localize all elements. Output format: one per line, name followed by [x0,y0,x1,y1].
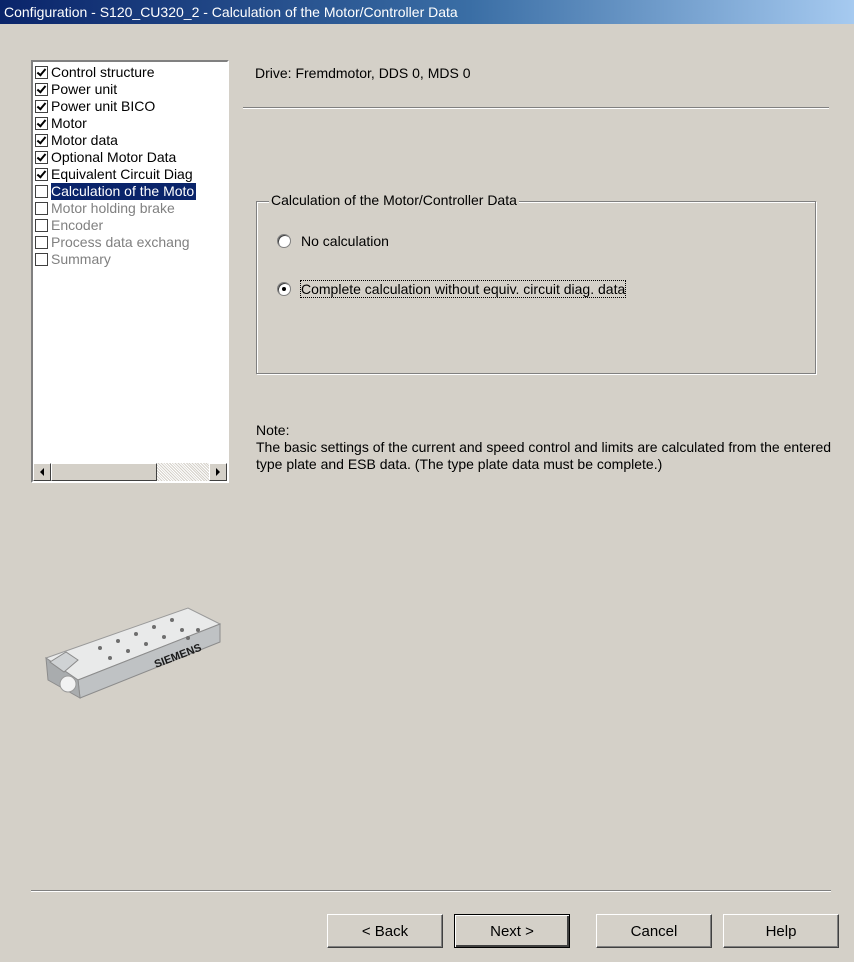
checkbox-checked-icon [35,117,48,130]
scroll-right-button[interactable] [209,463,227,481]
checkbox-checked-icon [35,100,48,113]
footer-divider [31,890,831,892]
device-image: SIEMENS [38,600,228,713]
tree-item[interactable]: Control structure [35,64,227,81]
cancel-button[interactable]: Cancel [596,914,712,948]
checkbox-checked-icon [35,151,48,164]
tree-item-label: Optional Motor Data [51,149,177,165]
tree-item-label: Summary [51,251,111,267]
checkbox-empty-icon [35,202,48,215]
radio-button-icon[interactable] [277,282,291,296]
note-text: The basic settings of the current and sp… [256,439,832,472]
tree-item-label: Process data exchang [51,234,190,250]
next-button[interactable]: Next > [454,914,570,948]
checkbox-empty-icon [35,253,48,266]
step-tree[interactable]: Control structure Power unit Power unit BI… [31,60,229,483]
tree-item-label: Motor data [51,132,118,148]
tree-item[interactable]: Motor data [35,132,227,149]
scroll-track[interactable] [157,463,209,481]
back-button[interactable]: < Back [327,914,443,948]
note-title: Note: [256,422,290,438]
tree-item-label: Encoder [51,217,104,233]
tree-item[interactable]: Encoder [35,217,227,234]
radio-label: No calculation [301,233,389,249]
help-button[interactable]: Help [723,914,839,948]
siemens-module-illustration: SIEMENS [44,607,222,699]
arrow-left-icon [40,468,44,476]
tree-item[interactable]: Calculation of the Moto [35,183,227,200]
checkbox-empty-icon [35,185,48,198]
tree-item[interactable]: Power unit BICO [35,98,227,115]
scroll-left-button[interactable] [33,463,51,481]
radio-no-calculation[interactable]: No calculation [277,233,389,249]
tree-item[interactable]: Motor [35,115,227,132]
horizontal-scrollbar[interactable] [33,463,227,481]
tree-item-label: Equivalent Circuit Diag [51,166,193,182]
tree-item[interactable]: Process data exchang [35,234,227,251]
scroll-thumb[interactable] [51,463,157,481]
tree-item[interactable]: Power unit [35,81,227,98]
drive-label: Drive: Fremdmotor, DDS 0, MDS 0 [255,65,471,81]
tree-item-label: Power unit [51,81,118,97]
checkbox-empty-icon [35,219,48,232]
tree-item-label: Control structure [51,64,155,80]
tree-item[interactable]: Equivalent Circuit Diag [35,166,227,183]
window-title: Configuration - S120_CU320_2 - Calculati… [0,0,854,24]
groupbox-title: Calculation of the Motor/Controller Data [269,192,519,208]
tree-item[interactable]: Summary [35,251,227,268]
checkbox-checked-icon [35,66,48,79]
tree-item-label: Power unit BICO [51,98,156,114]
header-divider [243,107,829,109]
tree-item-label: Motor holding brake [51,200,175,216]
tree-item-label: Calculation of the Moto [51,183,197,200]
tree-item[interactable]: Optional Motor Data [35,149,227,166]
step-list: Control structure Power unit Power unit BI… [35,64,227,268]
checkbox-checked-icon [35,83,48,96]
checkbox-empty-icon [35,236,48,249]
arrow-right-icon [216,468,220,476]
checkbox-checked-icon [35,168,48,181]
radio-label: Complete calculation without equiv. circ… [299,280,627,298]
tree-item-label: Motor [51,115,87,131]
checkbox-checked-icon [35,134,48,147]
radio-button-icon[interactable] [277,234,291,248]
radio-complete-calculation[interactable]: Complete calculation without equiv. circ… [277,280,627,298]
tree-item[interactable]: Motor holding brake [35,200,227,217]
note-section: Note: The basic settings of the current … [256,422,836,473]
